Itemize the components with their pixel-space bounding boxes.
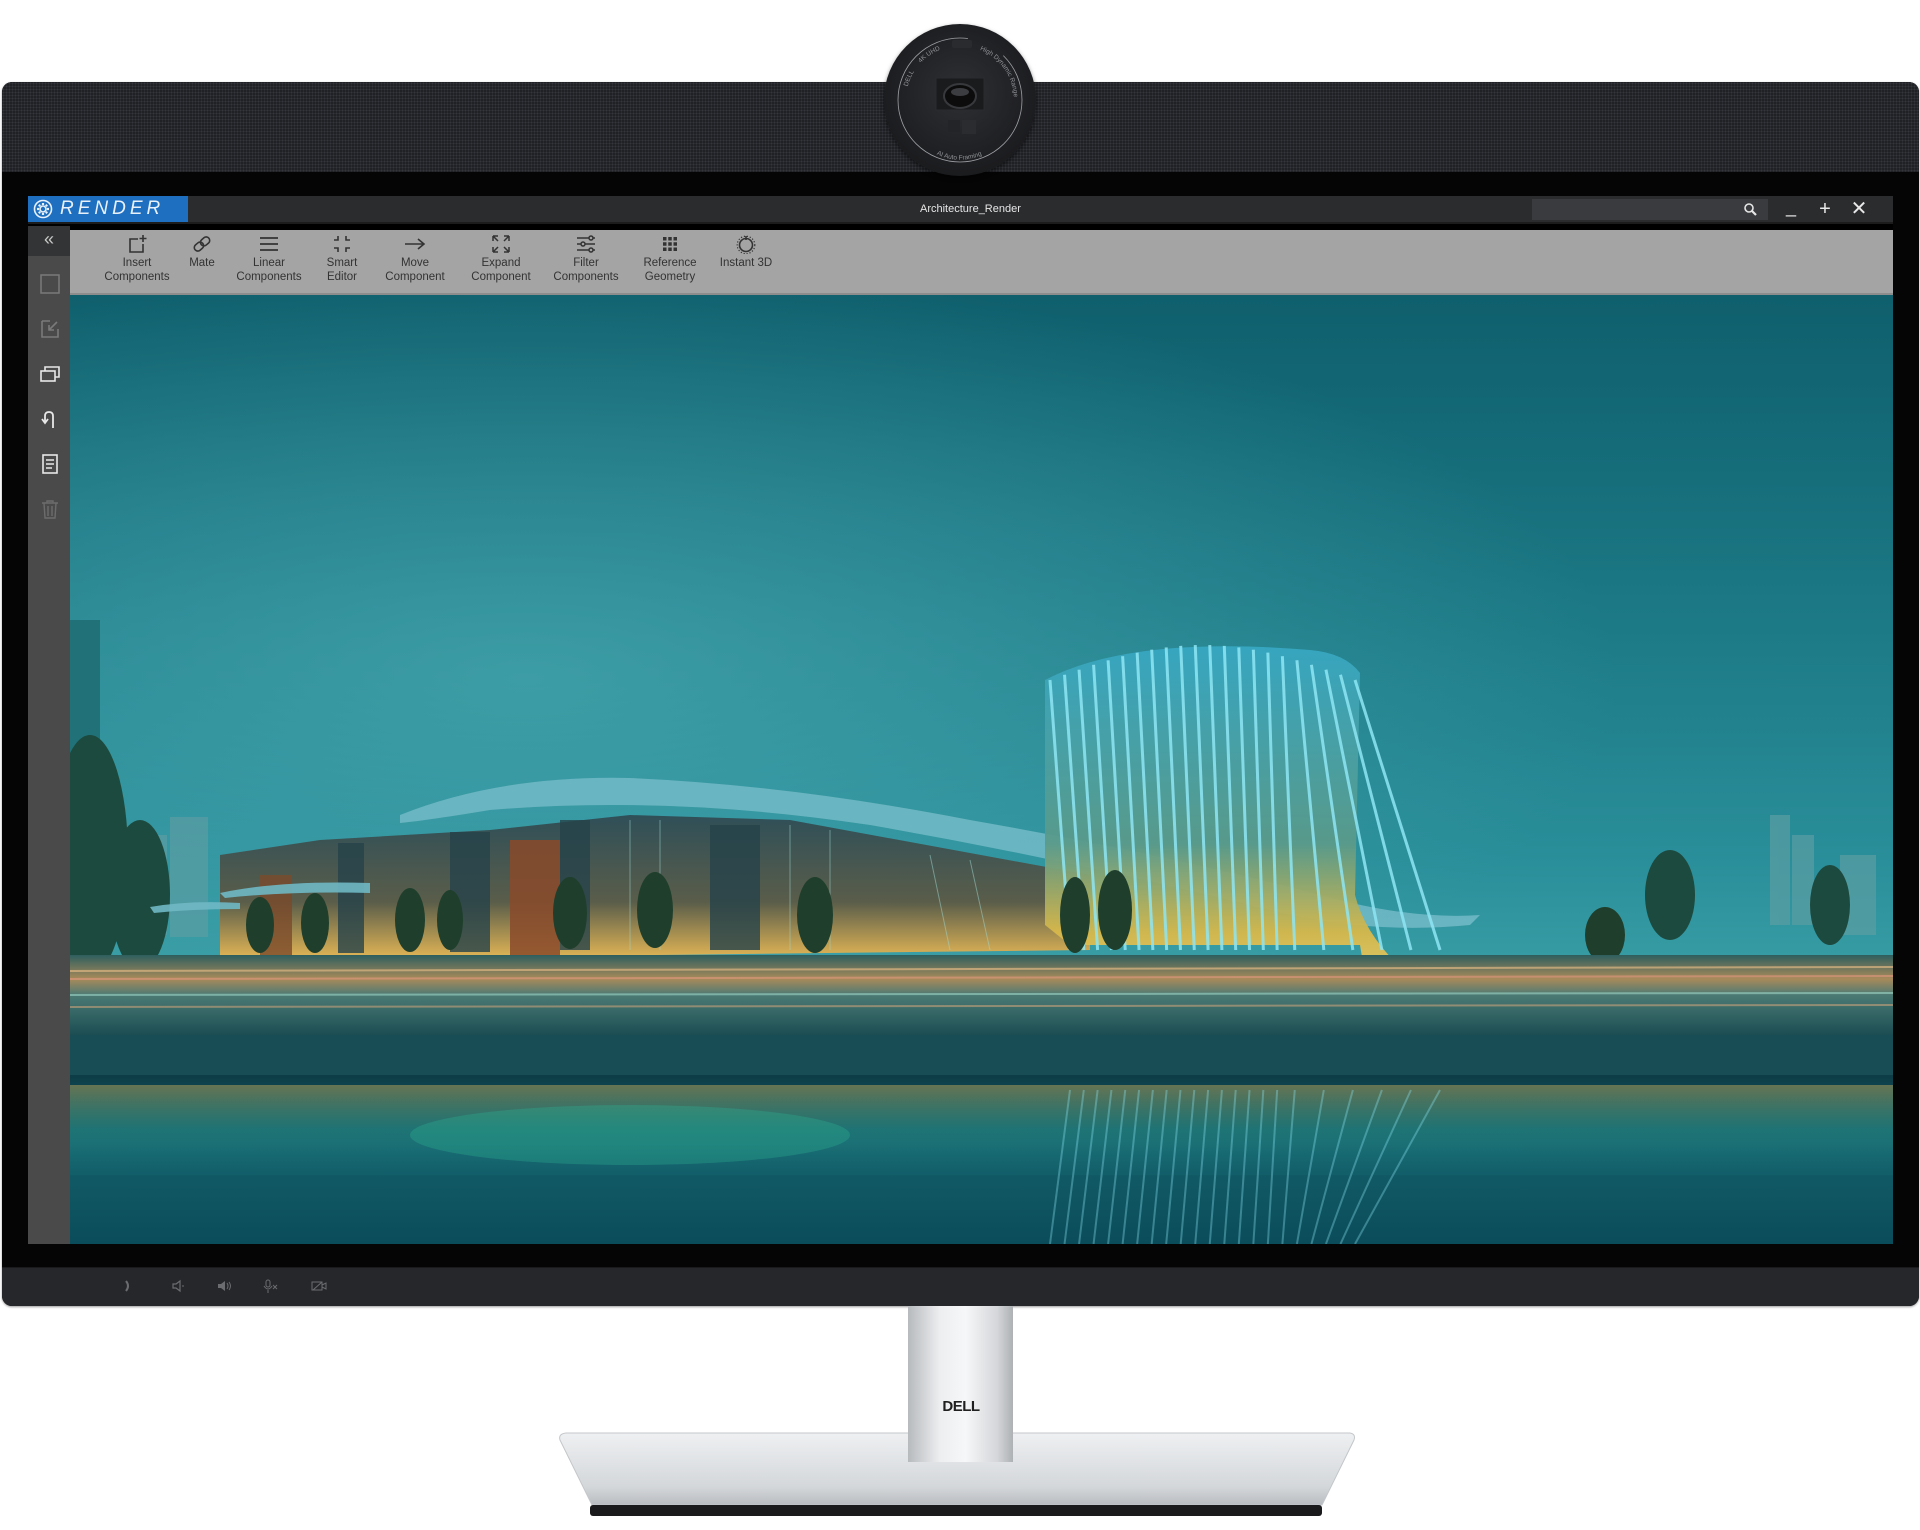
insert-components-button[interactable]: Insert Components [96, 234, 178, 284]
monitor-chin [2, 1267, 1919, 1306]
filter-components-button[interactable]: Filter Components [545, 234, 627, 284]
move-component-button[interactable]: Move Component [374, 234, 456, 284]
linear-components-label-line1: Linear [253, 257, 285, 269]
architectural-render [70, 295, 1893, 1244]
smart-editor-label-line2: Editor [326, 271, 358, 283]
link-icon [193, 236, 211, 252]
close-button[interactable]: ✕ [1848, 198, 1870, 220]
linear-components-button[interactable]: Linear Components [229, 234, 309, 284]
expand-component-label-line2: Component [471, 271, 531, 283]
insert-icon [129, 235, 147, 253]
mic-mute-icon[interactable] [260, 1278, 280, 1294]
trash-icon[interactable] [39, 498, 61, 520]
sliders-icon [577, 235, 595, 253]
grid-icon [663, 237, 677, 251]
instant-3d-label-line1: Instant 3D [719, 257, 773, 269]
mate-label-line1: Mate [189, 257, 215, 269]
menu-lines-icon [260, 237, 278, 251]
expand-component-label-line1: Expand [481, 257, 521, 269]
mate-button[interactable]: Mate [177, 234, 227, 270]
gear-icon [33, 199, 53, 219]
insert-components-label-line1: Insert [122, 257, 152, 269]
import-icon[interactable] [39, 318, 61, 340]
phone-icon[interactable] [118, 1278, 138, 1294]
reference-geometry-label-line2: Geometry [644, 271, 696, 283]
window-title: Architecture_Render [920, 203, 1021, 215]
svg-text:4K UHD: 4K UHD [917, 45, 941, 64]
webcam: DELL 4K UHD High Dynamic Range AI Auto F… [884, 24, 1036, 176]
insert-components-label-line2: Components [104, 271, 170, 283]
svg-text:High Dynamic Range: High Dynamic Range [979, 45, 1019, 98]
move-component-label-line2: Component [385, 271, 445, 283]
windows-icon[interactable] [39, 363, 61, 385]
reference-geometry-button[interactable]: Reference Geometry [634, 234, 706, 284]
render-viewport[interactable] [70, 295, 1893, 1244]
move-component-label-line1: Move [400, 257, 430, 269]
screen: RENDER Architecture_Render _ + ✕ « Inser… [28, 196, 1893, 1244]
linear-components-label-line2: Components [236, 271, 302, 283]
smart-editor-button[interactable]: Smart Editor [317, 234, 367, 284]
app-logo: RENDER [28, 196, 188, 222]
volume-down-icon[interactable] [168, 1278, 188, 1294]
undo-icon[interactable] [39, 408, 61, 430]
expand-icon [492, 235, 510, 253]
title-bar: RENDER Architecture_Render _ + ✕ [28, 196, 1893, 224]
minimize-button[interactable]: _ [1780, 198, 1802, 220]
reference-geometry-label-line1: Reference [643, 257, 697, 269]
expand-component-button[interactable]: Expand Component [460, 234, 542, 284]
search-icon[interactable] [1743, 202, 1758, 217]
volume-up-icon[interactable] [214, 1278, 234, 1294]
select-box-icon[interactable] [39, 273, 61, 295]
toolbar: Insert Components Mate Linear Components… [70, 230, 1893, 295]
corners-icon [334, 236, 350, 252]
camera-ring-text-resolution: 4K UHD [917, 45, 941, 64]
filter-components-label-line1: Filter [573, 257, 599, 269]
dial-icon [736, 235, 756, 254]
maximize-button[interactable]: + [1814, 198, 1836, 220]
filter-components-label-line2: Components [553, 271, 619, 283]
smart-editor-label-line1: Smart [326, 257, 358, 269]
arrow-right-icon [405, 238, 426, 250]
app-name: RENDER [60, 198, 165, 219]
sidebar: « [28, 226, 70, 1244]
monitor-stand-neck [908, 1306, 1013, 1462]
camera-ring-text-hdr: High Dynamic Range [979, 45, 1019, 98]
camera-off-icon[interactable] [309, 1278, 329, 1294]
instant-3d-button[interactable]: Instant 3D [710, 234, 782, 270]
dell-logo: DELL [942, 1398, 980, 1415]
collapse-sidebar-button[interactable]: « [28, 226, 70, 256]
search-input[interactable] [1532, 199, 1768, 220]
document-icon[interactable] [39, 453, 61, 475]
